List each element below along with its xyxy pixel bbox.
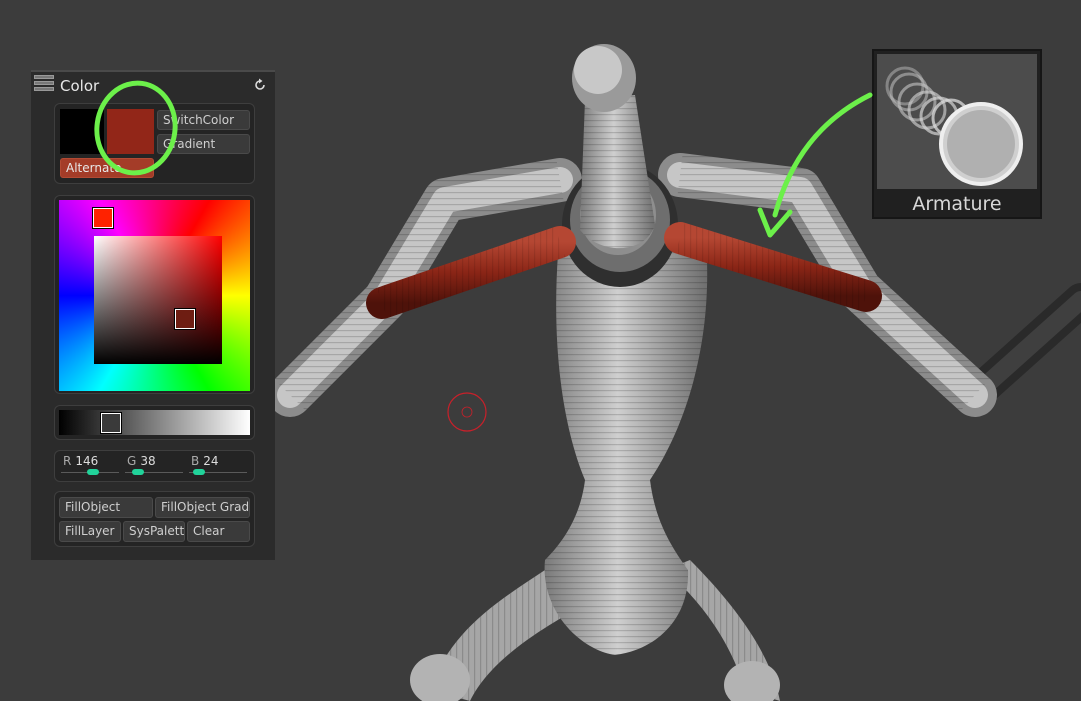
r-slider[interactable]: R 146: [63, 454, 98, 468]
sys-palette-button[interactable]: SysPalette: [123, 521, 185, 542]
r-value: 146: [75, 454, 99, 468]
alternate-button[interactable]: Alternate: [60, 158, 154, 178]
color-marker[interactable]: [174, 308, 196, 330]
gradient-button[interactable]: Gradient: [157, 134, 250, 154]
gray-slider-group: [54, 405, 255, 440]
color-picker-group: [54, 195, 255, 394]
fill-object-button[interactable]: FillObject: [59, 497, 153, 518]
armature-brush-icon: [885, 66, 1023, 186]
refresh-icon[interactable]: [253, 78, 267, 92]
armature-brush-thumbnail[interactable]: Armature: [872, 49, 1042, 219]
g-slider-handle[interactable]: [132, 469, 144, 475]
secondary-color-swatch[interactable]: [107, 109, 154, 154]
b-value: 24: [203, 454, 219, 468]
clear-button[interactable]: Clear: [187, 521, 250, 542]
switch-color-button[interactable]: SwitchColor: [157, 110, 250, 130]
panel-title: Color: [60, 77, 100, 95]
color-panel: Color SwitchColor Gradient Alternate R 14…: [31, 70, 275, 560]
fill-layer-button[interactable]: FillLayer: [59, 521, 121, 542]
g-value: 38: [140, 454, 156, 468]
fill-buttons: FillObject FillObject Grad FillLayer Sys…: [54, 491, 255, 547]
g-slider[interactable]: G 38: [127, 454, 156, 468]
b-slider-handle[interactable]: [193, 469, 205, 475]
thumbnail-label: Armature: [912, 193, 1002, 215]
gray-slider[interactable]: [59, 410, 250, 435]
gray-slider-handle[interactable]: [100, 412, 122, 434]
main-color-swatch[interactable]: [60, 109, 104, 154]
fill-object-grad-button[interactable]: FillObject Grad: [155, 497, 250, 518]
swatch-group: SwitchColor Gradient Alternate: [54, 103, 255, 184]
rgb-sliders: R 146 G 38 B 24: [54, 450, 255, 482]
hue-marker[interactable]: [92, 207, 114, 229]
panel-handle-icon[interactable]: [34, 75, 54, 93]
saturation-value-square[interactable]: [94, 236, 222, 364]
b-slider[interactable]: B 24: [191, 454, 219, 468]
brush-cursor: [447, 392, 487, 432]
torso: [544, 230, 708, 655]
r-slider-handle[interactable]: [87, 469, 99, 475]
hue-ring[interactable]: [59, 200, 250, 391]
